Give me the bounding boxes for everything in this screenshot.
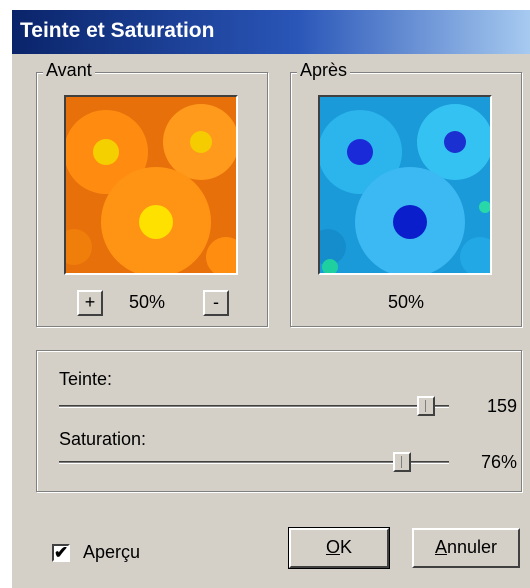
before-zoom-level: 50% bbox=[129, 292, 166, 312]
before-group: Avant + 50% - bbox=[36, 60, 268, 327]
zoom-in-button[interactable]: + bbox=[77, 290, 103, 316]
after-preview-image bbox=[318, 95, 492, 275]
hue-saturation-dialog: Teinte et Saturation Avant + 50% - Après bbox=[10, 8, 530, 588]
cancel-mnemonic: A bbox=[434, 537, 447, 557]
saturation-slider-track[interactable] bbox=[59, 461, 449, 464]
window-title: Teinte et Saturation bbox=[20, 19, 215, 42]
after-group: Après 50% bbox=[290, 60, 522, 327]
ok-label-rest: K bbox=[340, 537, 353, 557]
saturation-value: 76% bbox=[480, 452, 517, 472]
after-label: Après bbox=[297, 60, 351, 81]
saturation-slider-thumb[interactable] bbox=[393, 452, 412, 472]
ok-button[interactable]: OK bbox=[288, 527, 390, 569]
preview-checkbox-control[interactable]: ✔ Aperçu bbox=[52, 542, 172, 568]
after-zoom-level: 50% bbox=[388, 292, 425, 312]
orange-flower-photo bbox=[66, 97, 236, 273]
before-preview-image bbox=[64, 95, 238, 275]
hue-label: Teinte: bbox=[59, 369, 113, 389]
ok-mnemonic: O bbox=[325, 537, 340, 557]
preview-checkbox[interactable]: ✔ bbox=[52, 544, 70, 562]
saturation-label: Saturation: bbox=[59, 429, 147, 449]
cancel-button[interactable]: Annuler bbox=[412, 528, 520, 568]
zoom-out-button[interactable]: - bbox=[203, 290, 229, 316]
blue-flower-photo bbox=[320, 97, 490, 273]
adjustments-group: Teinte: 159 Saturation: 76% bbox=[36, 350, 522, 492]
preview-checkbox-label: Aperçu bbox=[83, 542, 141, 562]
before-label: Avant bbox=[43, 60, 95, 81]
hue-value: 159 bbox=[486, 396, 517, 416]
cancel-label-rest: nnuler bbox=[446, 537, 498, 557]
hue-slider-track[interactable] bbox=[59, 405, 449, 408]
title-bar[interactable]: Teinte et Saturation bbox=[12, 10, 530, 54]
hue-slider-thumb[interactable] bbox=[417, 396, 436, 416]
